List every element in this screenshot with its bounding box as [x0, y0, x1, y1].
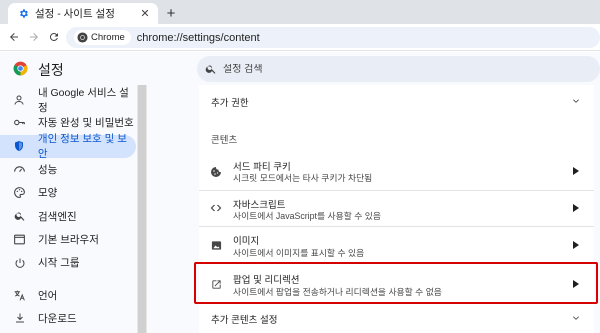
chevron-down-icon — [572, 314, 580, 322]
search-input[interactable] — [223, 63, 523, 75]
chrome-logo-icon — [77, 32, 88, 43]
chrome-logo-icon — [13, 61, 28, 76]
search-icon — [13, 210, 26, 223]
reload-icon — [49, 33, 58, 42]
site-chip[interactable]: Chrome — [74, 30, 131, 45]
chip-label: Chrome — [91, 32, 125, 43]
sidebar-item-performance[interactable]: 성능 — [0, 158, 138, 181]
row-subtitle: 사이트에서 이미지를 표시할 수 있음 — [233, 248, 365, 258]
new-tab-button[interactable]: + — [163, 5, 179, 22]
images-row[interactable]: 이미지 사이트에서 이미지를 표시할 수 있음 — [199, 227, 594, 262]
chevron-down-icon — [572, 97, 580, 105]
tab-strip: 설정 - 사이트 설정 ✕ + — [0, 0, 600, 24]
third-party-cookies-row[interactable]: 서드 파티 쿠키 시크릿 모드에서는 타사 쿠키가 차단됨 — [199, 155, 594, 190]
content-section-heading: 콘텐츠 — [211, 135, 238, 146]
sidebar-item-label: 자동 완성 및 비밀번호 — [38, 117, 134, 130]
sidebar-item-label: 모양 — [38, 187, 58, 200]
chevron-right-icon — [572, 167, 580, 175]
additional-permissions-row[interactable]: 추가 권한 — [199, 85, 594, 117]
sidebar-item-label: 성능 — [38, 164, 58, 177]
settings-search[interactable] — [197, 56, 600, 82]
search-icon — [205, 65, 216, 74]
additional-permissions-label: 추가 권한 — [211, 98, 249, 109]
back-button[interactable] — [4, 27, 24, 47]
tab-settings[interactable]: 설정 - 사이트 설정 ✕ — [8, 3, 158, 24]
sidebar-item-label: 언어 — [38, 289, 58, 302]
sidebar-item-label: 개인 정보 보호 및 보안 — [37, 133, 127, 161]
speedometer-icon — [13, 163, 26, 176]
power-icon — [13, 256, 26, 269]
palette-icon — [13, 186, 26, 199]
translate-icon — [13, 289, 26, 302]
sidebar-item-privacy[interactable]: 개인 정보 보호 및 보안 — [0, 133, 136, 160]
sidebar-item-on-startup[interactable]: 시작 그룹 — [0, 251, 138, 274]
download-icon — [13, 312, 26, 325]
url-text[interactable]: chrome://settings/content — [137, 32, 260, 44]
code-icon — [210, 202, 222, 214]
person-icon — [13, 93, 26, 106]
sidebar-item-default-browser[interactable]: 기본 브라우저 — [0, 228, 138, 251]
arrow-right-icon — [30, 33, 38, 41]
javascript-row[interactable]: 자바스크립트 사이트에서 JavaScript를 사용할 수 있음 — [199, 191, 594, 226]
sidebar-item-languages[interactable]: 언어 — [0, 283, 138, 306]
forward-button[interactable] — [24, 27, 44, 47]
sidebar-item-downloads[interactable]: 다운로드 — [0, 307, 138, 330]
sidebar-item-google-services[interactable]: 내 Google 서비스 설정 — [0, 87, 138, 114]
sidebar-item-search-engine[interactable]: 검색엔진 — [0, 204, 138, 227]
toolbar: Chrome chrome://settings/content — [0, 24, 600, 51]
sidebar-scrollbar-thumb[interactable] — [138, 85, 146, 333]
sidebar: 내 Google 서비스 설정 자동 완성 및 비밀번호 개인 정보 보호 및 … — [0, 87, 138, 330]
row-subtitle: 사이트에서 JavaScript를 사용할 수 있음 — [233, 211, 381, 221]
settings-header: 설정 — [0, 52, 600, 85]
chevron-right-icon — [572, 204, 580, 212]
shield-icon — [13, 140, 26, 153]
image-icon — [210, 239, 222, 251]
address-bar[interactable]: Chrome chrome://settings/content — [66, 27, 600, 48]
tab-title: 설정 - 사이트 설정 — [35, 8, 115, 20]
key-icon — [13, 116, 26, 129]
arrow-left-icon — [10, 33, 18, 41]
browser-icon — [13, 233, 26, 246]
sidebar-item-label: 시작 그룹 — [38, 257, 80, 270]
highlight-box — [194, 262, 598, 304]
page-title: 설정 — [38, 62, 64, 78]
sidebar-item-appearance[interactable]: 모양 — [0, 181, 138, 204]
row-subtitle: 시크릿 모드에서는 타사 쿠키가 차단됨 — [233, 173, 373, 183]
chevron-right-icon — [572, 241, 580, 249]
row-title: 이미지 — [233, 236, 260, 247]
sidebar-item-label: 기본 브라우저 — [38, 233, 99, 246]
sidebar-item-label: 내 Google 서비스 설정 — [37, 86, 129, 114]
reload-button[interactable] — [44, 27, 64, 47]
additional-content-label: 추가 콘텐츠 설정 — [211, 315, 278, 326]
additional-content-settings-row[interactable]: 추가 콘텐츠 설정 — [199, 304, 594, 333]
sidebar-item-label: 검색엔진 — [38, 210, 77, 223]
gear-icon — [18, 8, 29, 19]
close-icon[interactable]: ✕ — [138, 7, 152, 21]
sidebar-item-label: 다운로드 — [38, 312, 77, 325]
cookie-icon — [210, 166, 222, 178]
